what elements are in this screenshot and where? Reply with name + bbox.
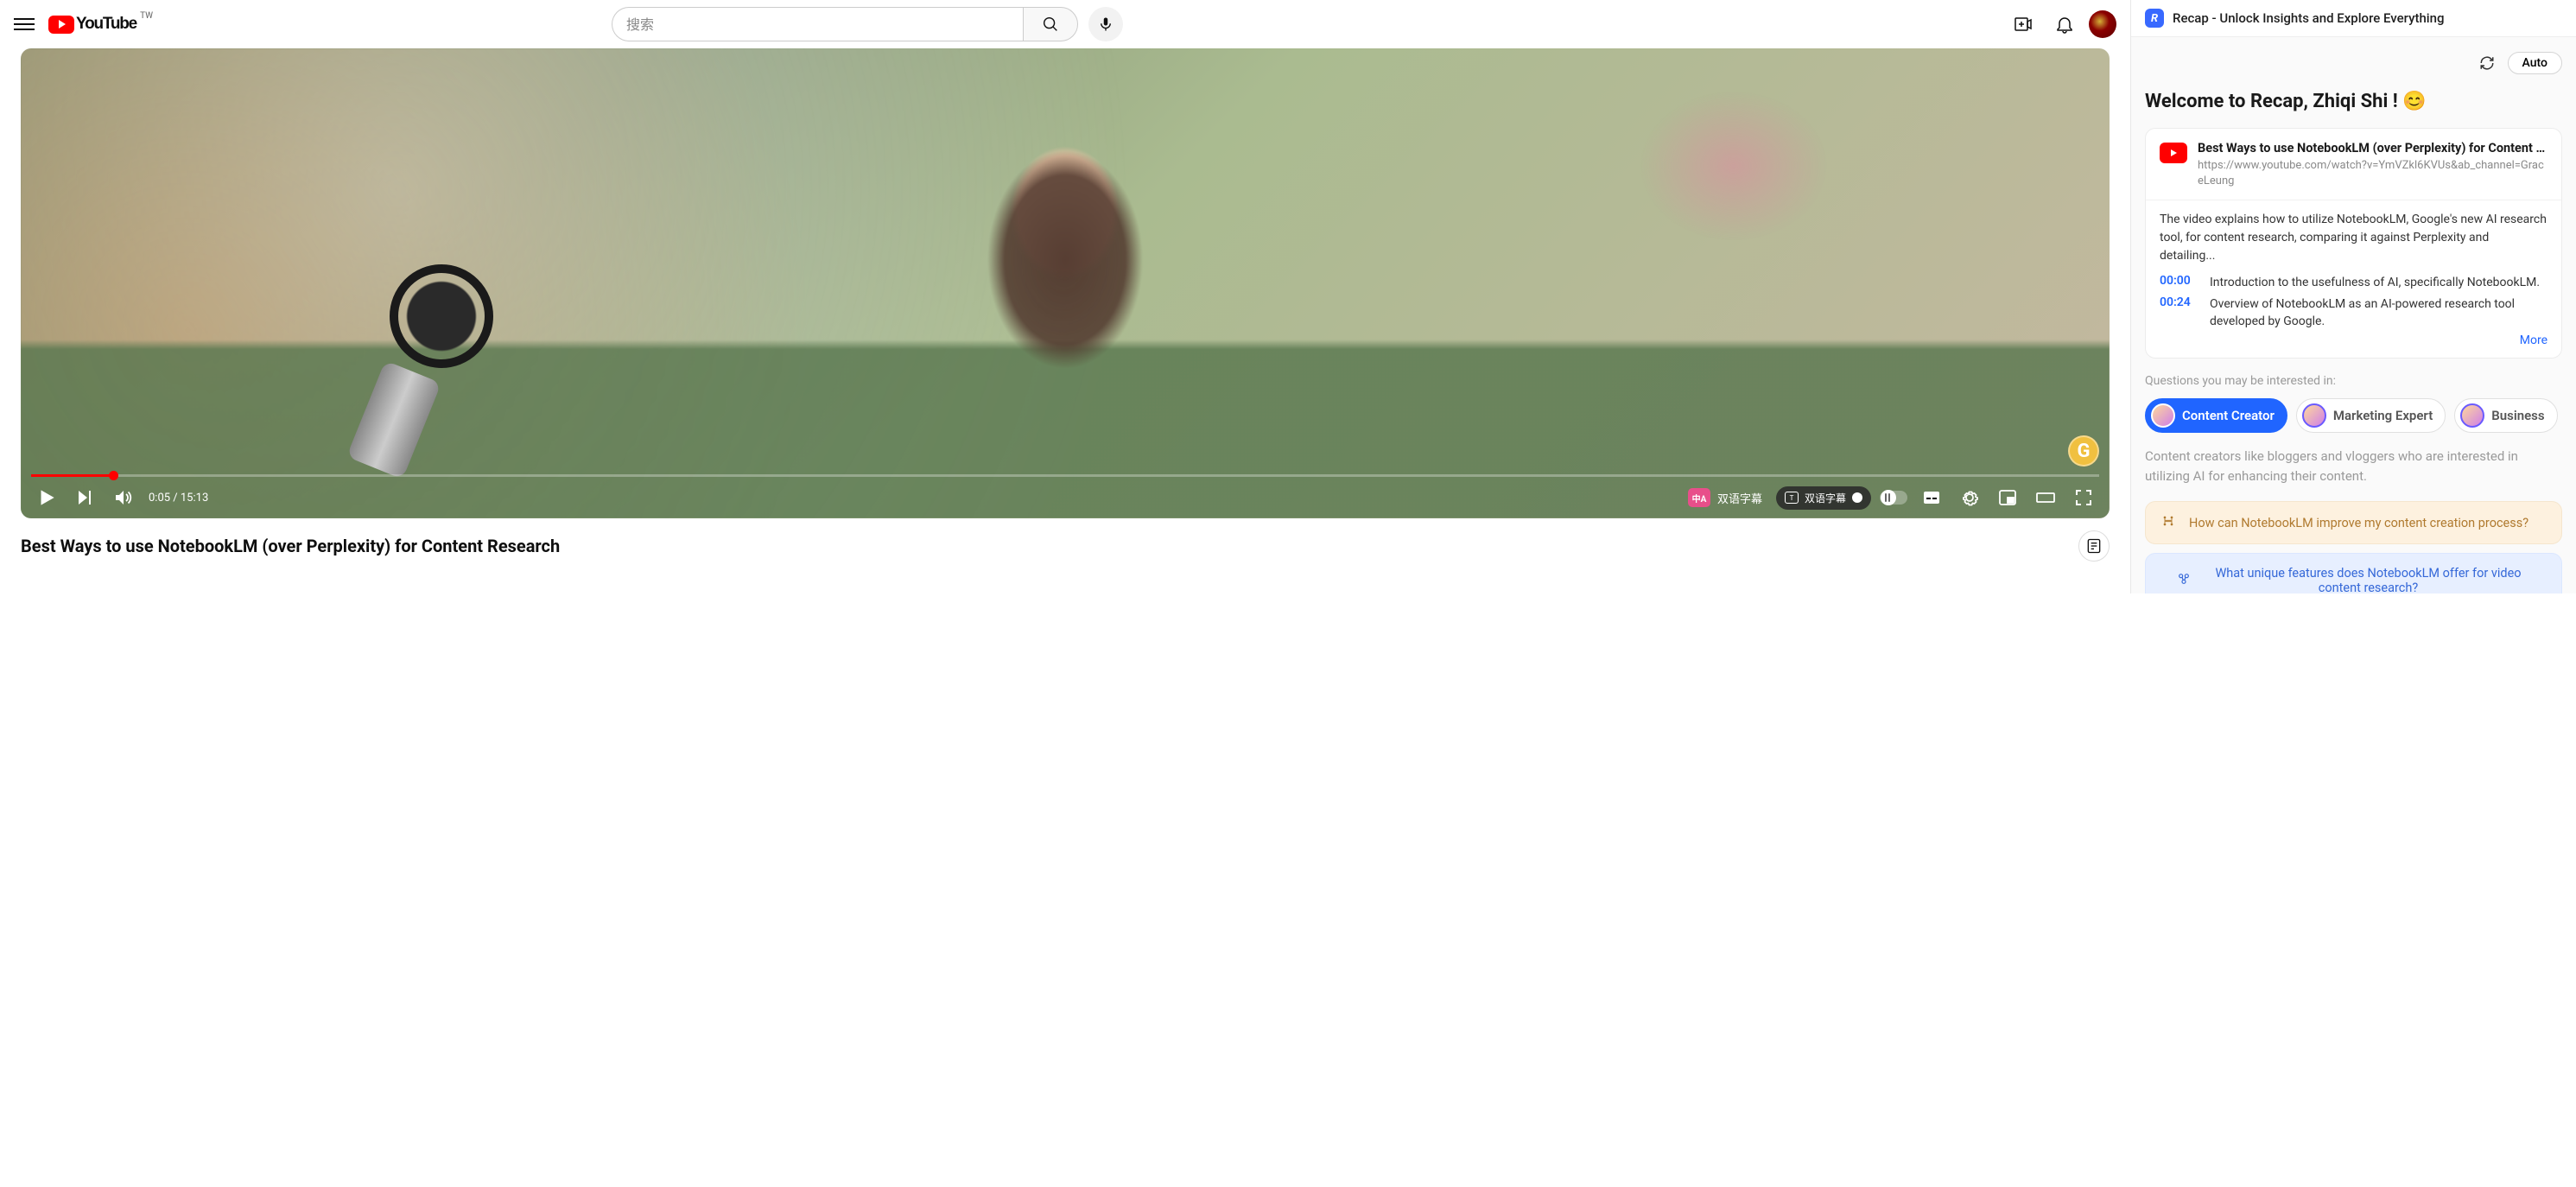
timestamp-text: Introduction to the usefulness of AI, sp… [2210, 274, 2540, 291]
subtitle-label: 双语字幕 [1717, 490, 1762, 506]
timestamp-time[interactable]: 00:24 [2160, 295, 2198, 309]
video-area: G 0:05 / 15:13 中A 双语字幕 T 双语字幕 [0, 48, 2130, 594]
time-display: 0:05 / 15:13 [149, 492, 208, 505]
fullscreen-button[interactable] [2068, 482, 2099, 513]
recap-body: Auto Welcome to Recap, Zhiqi Shi ! 😊 Bes… [2131, 37, 2576, 594]
next-button[interactable] [69, 482, 100, 513]
youtube-mini-icon [2160, 143, 2187, 163]
captions-button[interactable] [1916, 482, 1947, 513]
hamburger-menu-icon[interactable] [14, 14, 35, 35]
question-text: What unique features does NotebookLM off… [2205, 566, 2533, 594]
question-text: How can NotebookLM improve my content cr… [2189, 516, 2528, 530]
persona-chip-marketing-expert[interactable]: Marketing Expert [2296, 398, 2446, 433]
youtube-header: YouTube TW [0, 0, 2130, 48]
question-card[interactable]: How can NotebookLM improve my content cr… [2145, 501, 2562, 544]
search-button[interactable] [1023, 7, 1078, 41]
volume-icon [112, 487, 133, 508]
timestamp-row: 00:00 Introduction to the usefulness of A… [2160, 274, 2547, 291]
persona-chip-business[interactable]: Business [2454, 398, 2557, 433]
search-container [591, 7, 1144, 41]
theater-icon [2035, 487, 2056, 508]
notifications-button[interactable] [2047, 7, 2082, 41]
summary-text: The video explains how to utilize Notebo… [2160, 211, 2547, 265]
subtitle-pill-label: 双语字幕 [1805, 491, 1846, 505]
question-icon [2175, 572, 2192, 589]
persona-label: Content Creator [2182, 408, 2275, 423]
persona-row: Content Creator Marketing Expert Business [2145, 398, 2562, 433]
persona-avatar-icon [2151, 403, 2175, 428]
microphone-icon [1098, 16, 1114, 32]
recap-logo-icon: R [2145, 9, 2164, 28]
timestamp-time[interactable]: 00:00 [2160, 274, 2198, 288]
persona-label: Business [2491, 408, 2544, 423]
more-link[interactable]: More [2160, 333, 2547, 347]
create-video-icon [2013, 14, 2034, 35]
auto-button[interactable]: Auto [2508, 52, 2562, 74]
voice-search-button[interactable] [1088, 7, 1123, 41]
video-frame-microphone [355, 264, 511, 463]
persona-chip-content-creator[interactable]: Content Creator [2145, 398, 2287, 433]
toggle-dot-icon [1852, 492, 1862, 503]
user-avatar[interactable] [2089, 10, 2116, 38]
question-card[interactable]: What unique features does NotebookLM off… [2145, 553, 2562, 594]
youtube-logo[interactable]: YouTube TW [48, 15, 153, 34]
welcome-heading: Welcome to Recap, Zhiqi Shi ! 😊 [2145, 91, 2562, 112]
volume-button[interactable] [107, 482, 138, 513]
bilingual-badge-icon[interactable]: 中A [1688, 488, 1710, 507]
fullscreen-icon [2073, 487, 2094, 508]
transcript-button[interactable] [2078, 530, 2110, 562]
cc-box-icon: T [1785, 492, 1799, 504]
search-icon [1041, 15, 1060, 34]
play-icon [35, 486, 58, 509]
transcript-icon [2085, 537, 2103, 555]
next-icon [74, 487, 95, 508]
persona-label: Marketing Expert [2333, 408, 2433, 423]
settings-button[interactable] [1954, 482, 1985, 513]
theater-button[interactable] [2030, 482, 2061, 513]
recap-title: Recap - Unlock Insights and Explore Ever… [2173, 10, 2444, 26]
miniplayer-button[interactable] [1992, 482, 2023, 513]
timestamp-text: Overview of NotebookLM as an AI-powered … [2210, 295, 2547, 331]
miniplayer-icon [1997, 487, 2018, 508]
persona-avatar-icon [2302, 403, 2326, 428]
bell-icon [2054, 14, 2075, 35]
autoplay-toggle[interactable] [1878, 482, 1909, 513]
youtube-brand-text: YouTube [76, 15, 136, 34]
persona-avatar-icon [2460, 403, 2484, 428]
card-video-url[interactable]: https://www.youtube.com/watch?v=YmVZkl6K… [2198, 158, 2547, 189]
create-button[interactable] [2006, 7, 2040, 41]
questions-label: Questions you may be interested in: [2145, 374, 2562, 388]
captions-icon [1921, 487, 1942, 508]
channel-watermark[interactable]: G [2068, 435, 2099, 467]
recap-header: R Recap - Unlock Insights and Explore Ev… [2131, 0, 2576, 37]
refresh-icon [2479, 55, 2495, 71]
video-title: Best Ways to use NotebookLM (over Perple… [21, 535, 560, 557]
refresh-button[interactable] [2475, 51, 2499, 75]
subtitle-pill[interactable]: T 双语字幕 [1776, 486, 1871, 510]
timestamp-row: 00:24 Overview of NotebookLM as an AI-pow… [2160, 295, 2547, 331]
video-player[interactable]: G 0:05 / 15:13 中A 双语字幕 T 双语字幕 [21, 48, 2110, 518]
persona-description: Content creators like bloggers and vlogg… [2145, 447, 2562, 486]
youtube-pane: YouTube TW [0, 0, 2130, 594]
region-code: TW [140, 11, 153, 21]
search-input[interactable] [612, 7, 1023, 41]
video-frame [21, 48, 2110, 518]
card-video-title[interactable]: Best Ways to use NotebookLM (over Perple… [2198, 141, 2547, 156]
question-icon [2160, 514, 2177, 531]
youtube-play-icon [48, 16, 74, 34]
video-summary-card: Best Ways to use NotebookLM (over Perple… [2145, 128, 2562, 359]
player-controls: 0:05 / 15:13 中A 双语字幕 T 双语字幕 [21, 477, 2110, 518]
play-button[interactable] [31, 482, 62, 513]
gear-icon [1959, 487, 1980, 508]
recap-panel: R Recap - Unlock Insights and Explore Ev… [2130, 0, 2576, 594]
